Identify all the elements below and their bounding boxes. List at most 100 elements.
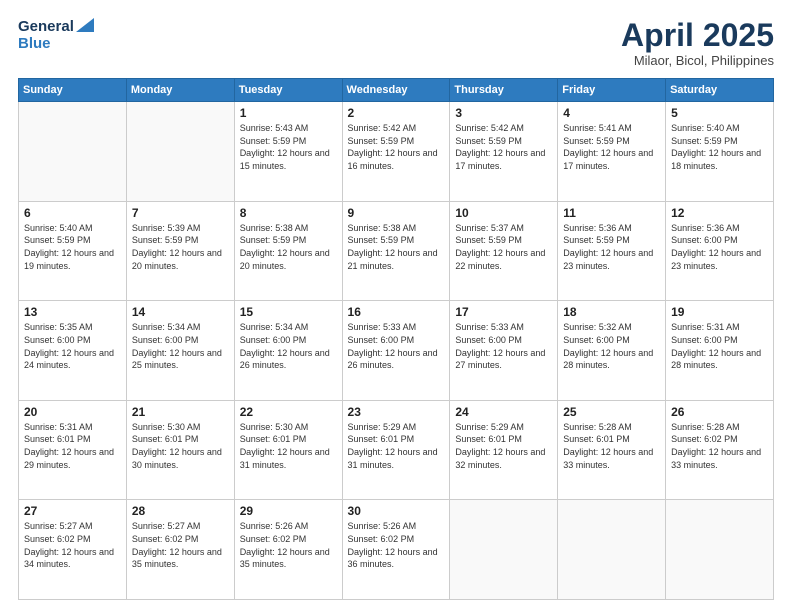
day-number: 16 bbox=[348, 305, 445, 319]
calendar-table: SundayMondayTuesdayWednesdayThursdayFrid… bbox=[18, 78, 774, 600]
calendar-day-cell: 20Sunrise: 5:31 AM Sunset: 6:01 PM Dayli… bbox=[19, 400, 127, 500]
calendar-day-cell: 13Sunrise: 5:35 AM Sunset: 6:00 PM Dayli… bbox=[19, 301, 127, 401]
calendar-day-cell: 27 Sunrise: 5:27 AM Sunset: 6:02 PM Dayli… bbox=[19, 500, 127, 600]
calendar-week-row: 1 Sunrise: 5:43 AM Sunset: 5:59 PM Daylig… bbox=[19, 102, 774, 202]
day-info: Sunrise: 5:31 AM Sunset: 6:01 PM Dayligh… bbox=[24, 421, 121, 471]
calendar-day-cell: 24 Sunrise: 5:29 AM Sunset: 6:01 PM Dayli… bbox=[450, 400, 558, 500]
calendar-day-cell bbox=[558, 500, 666, 600]
day-info: Sunrise: 5:35 AM Sunset: 6:00 PM Dayligh… bbox=[24, 321, 121, 371]
calendar-day-cell: 18 Sunrise: 5:32 AM Sunset: 6:00 PM Dayli… bbox=[558, 301, 666, 401]
calendar-day-cell: 23Sunrise: 5:29 AM Sunset: 6:01 PM Dayli… bbox=[342, 400, 450, 500]
day-info: Sunrise: 5:28 AM Sunset: 6:02 PM Dayligh… bbox=[671, 421, 768, 471]
day-number: 17 bbox=[455, 305, 552, 319]
weekday-header: Saturday bbox=[666, 79, 774, 102]
weekday-header: Thursday bbox=[450, 79, 558, 102]
calendar-day-cell: 2Sunrise: 5:42 AM Sunset: 5:59 PM Daylig… bbox=[342, 102, 450, 202]
day-number: 14 bbox=[132, 305, 229, 319]
day-info: Sunrise: 5:39 AM Sunset: 5:59 PM Dayligh… bbox=[132, 222, 229, 272]
month-title: April 2025 bbox=[621, 18, 774, 53]
calendar-day-cell bbox=[666, 500, 774, 600]
calendar-day-cell: 9Sunrise: 5:38 AM Sunset: 5:59 PM Daylig… bbox=[342, 201, 450, 301]
calendar-day-cell: 12Sunrise: 5:36 AM Sunset: 6:00 PM Dayli… bbox=[666, 201, 774, 301]
day-info: Sunrise: 5:30 AM Sunset: 6:01 PM Dayligh… bbox=[240, 421, 337, 471]
day-info: Sunrise: 5:33 AM Sunset: 6:00 PM Dayligh… bbox=[455, 321, 552, 371]
day-number: 30 bbox=[348, 504, 445, 518]
weekday-header: Monday bbox=[126, 79, 234, 102]
day-info: Sunrise: 5:40 AM Sunset: 5:59 PM Dayligh… bbox=[671, 122, 768, 172]
day-number: 11 bbox=[563, 206, 660, 220]
day-number: 24 bbox=[455, 405, 552, 419]
calendar-header-row: SundayMondayTuesdayWednesdayThursdayFrid… bbox=[19, 79, 774, 102]
calendar-day-cell: 28Sunrise: 5:27 AM Sunset: 6:02 PM Dayli… bbox=[126, 500, 234, 600]
day-number: 8 bbox=[240, 206, 337, 220]
calendar-day-cell: 1 Sunrise: 5:43 AM Sunset: 5:59 PM Daylig… bbox=[234, 102, 342, 202]
day-number: 7 bbox=[132, 206, 229, 220]
calendar-week-row: 13Sunrise: 5:35 AM Sunset: 6:00 PM Dayli… bbox=[19, 301, 774, 401]
calendar-day-cell: 17 Sunrise: 5:33 AM Sunset: 6:00 PM Dayli… bbox=[450, 301, 558, 401]
day-info: Sunrise: 5:26 AM Sunset: 6:02 PM Dayligh… bbox=[240, 520, 337, 570]
day-info: Sunrise: 5:38 AM Sunset: 5:59 PM Dayligh… bbox=[240, 222, 337, 272]
day-info: Sunrise: 5:36 AM Sunset: 5:59 PM Dayligh… bbox=[563, 222, 660, 272]
day-info: Sunrise: 5:41 AM Sunset: 5:59 PM Dayligh… bbox=[563, 122, 660, 172]
title-block: April 2025 Milaor, Bicol, Philippines bbox=[621, 18, 774, 68]
day-number: 25 bbox=[563, 405, 660, 419]
day-number: 28 bbox=[132, 504, 229, 518]
day-number: 10 bbox=[455, 206, 552, 220]
calendar-day-cell: 3 Sunrise: 5:42 AM Sunset: 5:59 PM Daylig… bbox=[450, 102, 558, 202]
weekday-header: Sunday bbox=[19, 79, 127, 102]
header: General Blue April 2025 Milaor, Bicol, P… bbox=[18, 18, 774, 68]
calendar-day-cell: 6 Sunrise: 5:40 AM Sunset: 5:59 PM Daylig… bbox=[19, 201, 127, 301]
day-number: 21 bbox=[132, 405, 229, 419]
calendar-day-cell bbox=[450, 500, 558, 600]
calendar-day-cell: 15Sunrise: 5:34 AM Sunset: 6:00 PM Dayli… bbox=[234, 301, 342, 401]
calendar-day-cell: 19 Sunrise: 5:31 AM Sunset: 6:00 PM Dayli… bbox=[666, 301, 774, 401]
day-info: Sunrise: 5:28 AM Sunset: 6:01 PM Dayligh… bbox=[563, 421, 660, 471]
calendar-day-cell: 22 Sunrise: 5:30 AM Sunset: 6:01 PM Dayli… bbox=[234, 400, 342, 500]
day-info: Sunrise: 5:27 AM Sunset: 6:02 PM Dayligh… bbox=[24, 520, 121, 570]
day-number: 1 bbox=[240, 106, 337, 120]
day-number: 27 bbox=[24, 504, 121, 518]
day-info: Sunrise: 5:38 AM Sunset: 5:59 PM Dayligh… bbox=[348, 222, 445, 272]
day-info: Sunrise: 5:42 AM Sunset: 5:59 PM Dayligh… bbox=[455, 122, 552, 172]
day-info: Sunrise: 5:32 AM Sunset: 6:00 PM Dayligh… bbox=[563, 321, 660, 371]
day-number: 22 bbox=[240, 405, 337, 419]
day-info: Sunrise: 5:29 AM Sunset: 6:01 PM Dayligh… bbox=[455, 421, 552, 471]
day-info: Sunrise: 5:40 AM Sunset: 5:59 PM Dayligh… bbox=[24, 222, 121, 272]
day-info: Sunrise: 5:26 AM Sunset: 6:02 PM Dayligh… bbox=[348, 520, 445, 570]
calendar-day-cell bbox=[126, 102, 234, 202]
day-info: Sunrise: 5:31 AM Sunset: 6:00 PM Dayligh… bbox=[671, 321, 768, 371]
day-number: 29 bbox=[240, 504, 337, 518]
day-number: 26 bbox=[671, 405, 768, 419]
day-number: 18 bbox=[563, 305, 660, 319]
calendar-day-cell: 29 Sunrise: 5:26 AM Sunset: 6:02 PM Dayli… bbox=[234, 500, 342, 600]
day-info: Sunrise: 5:36 AM Sunset: 6:00 PM Dayligh… bbox=[671, 222, 768, 272]
day-number: 6 bbox=[24, 206, 121, 220]
day-number: 2 bbox=[348, 106, 445, 120]
day-number: 5 bbox=[671, 106, 768, 120]
weekday-header: Wednesday bbox=[342, 79, 450, 102]
location: Milaor, Bicol, Philippines bbox=[621, 53, 774, 68]
calendar-week-row: 6 Sunrise: 5:40 AM Sunset: 5:59 PM Daylig… bbox=[19, 201, 774, 301]
day-info: Sunrise: 5:30 AM Sunset: 6:01 PM Dayligh… bbox=[132, 421, 229, 471]
day-info: Sunrise: 5:34 AM Sunset: 6:00 PM Dayligh… bbox=[240, 321, 337, 371]
weekday-header: Tuesday bbox=[234, 79, 342, 102]
day-info: Sunrise: 5:33 AM Sunset: 6:00 PM Dayligh… bbox=[348, 321, 445, 371]
calendar-day-cell bbox=[19, 102, 127, 202]
calendar-day-cell: 25 Sunrise: 5:28 AM Sunset: 6:01 PM Dayli… bbox=[558, 400, 666, 500]
calendar-week-row: 20Sunrise: 5:31 AM Sunset: 6:01 PM Dayli… bbox=[19, 400, 774, 500]
calendar-day-cell: 8 Sunrise: 5:38 AM Sunset: 5:59 PM Daylig… bbox=[234, 201, 342, 301]
day-info: Sunrise: 5:43 AM Sunset: 5:59 PM Dayligh… bbox=[240, 122, 337, 172]
day-number: 19 bbox=[671, 305, 768, 319]
page: General Blue April 2025 Milaor, Bicol, P… bbox=[0, 0, 792, 612]
calendar-day-cell: 7 Sunrise: 5:39 AM Sunset: 5:59 PM Daylig… bbox=[126, 201, 234, 301]
day-number: 3 bbox=[455, 106, 552, 120]
calendar-day-cell: 30 Sunrise: 5:26 AM Sunset: 6:02 PM Dayli… bbox=[342, 500, 450, 600]
day-info: Sunrise: 5:37 AM Sunset: 5:59 PM Dayligh… bbox=[455, 222, 552, 272]
calendar-week-row: 27 Sunrise: 5:27 AM Sunset: 6:02 PM Dayli… bbox=[19, 500, 774, 600]
calendar-day-cell: 26 Sunrise: 5:28 AM Sunset: 6:02 PM Dayli… bbox=[666, 400, 774, 500]
calendar-day-cell: 16 Sunrise: 5:33 AM Sunset: 6:00 PM Dayli… bbox=[342, 301, 450, 401]
calendar-day-cell: 14Sunrise: 5:34 AM Sunset: 6:00 PM Dayli… bbox=[126, 301, 234, 401]
day-number: 23 bbox=[348, 405, 445, 419]
day-number: 4 bbox=[563, 106, 660, 120]
logo: General Blue bbox=[18, 18, 94, 53]
